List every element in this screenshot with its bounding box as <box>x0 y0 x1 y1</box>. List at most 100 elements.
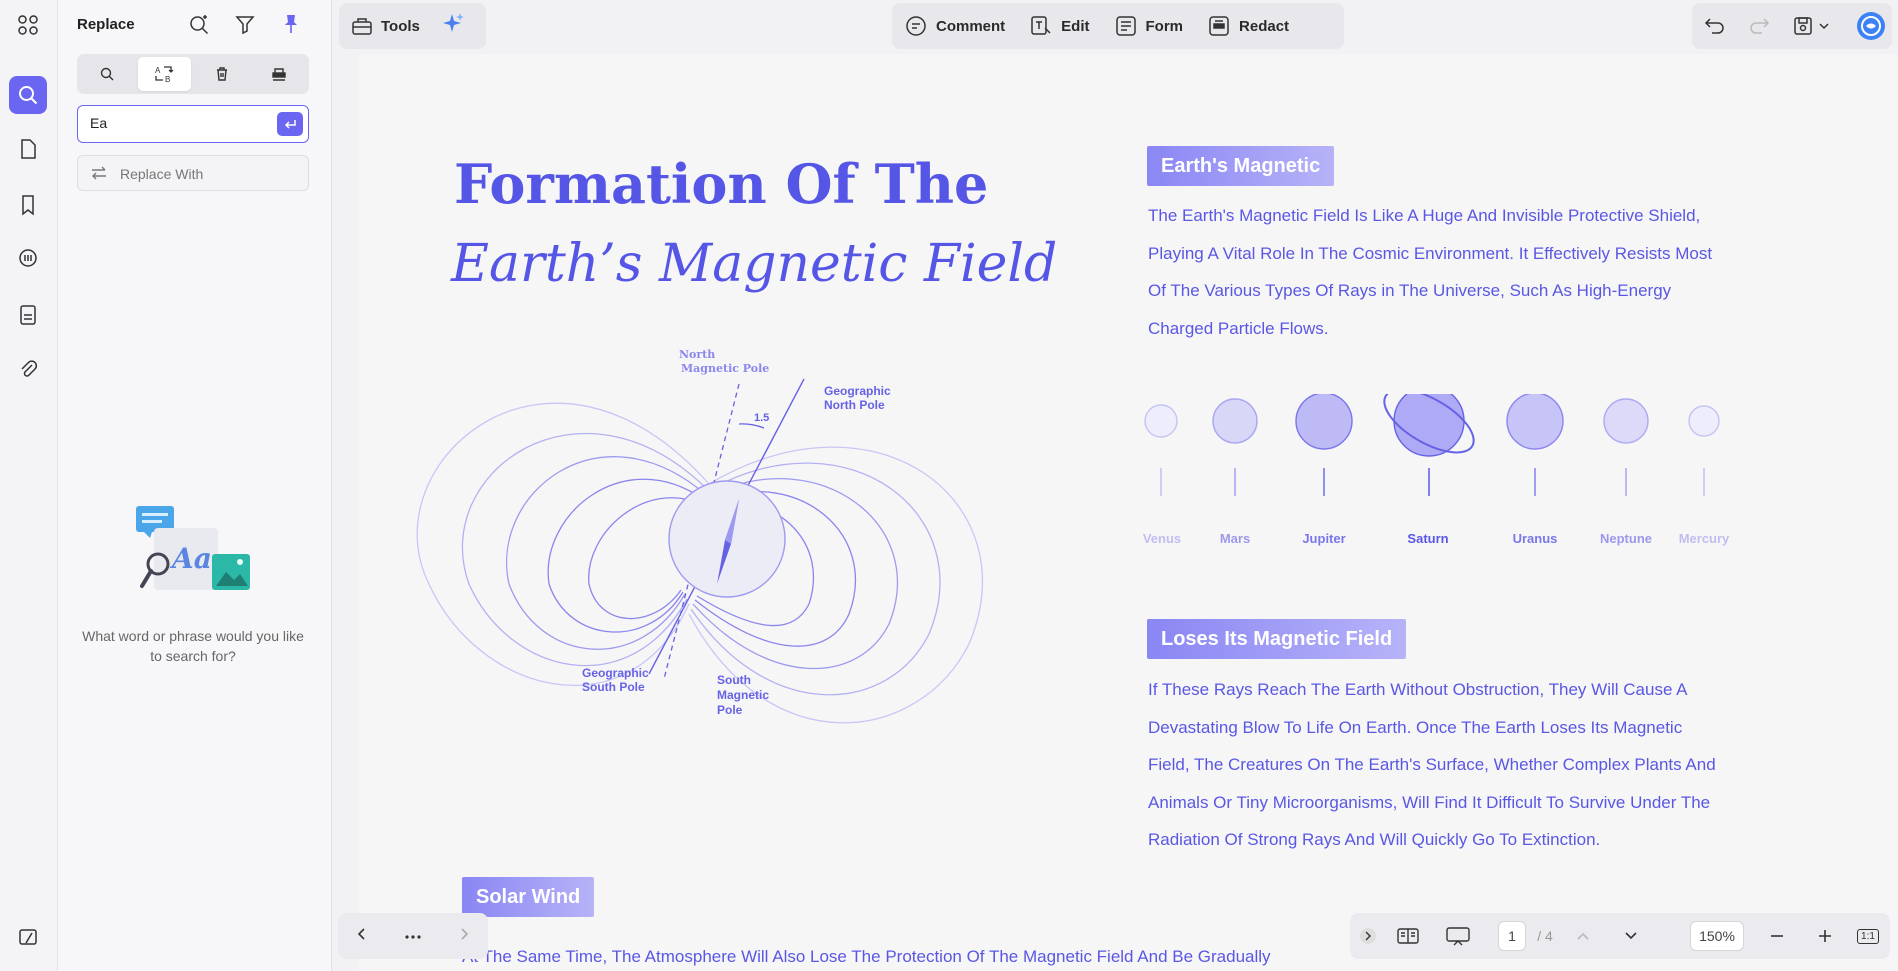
comment-label: Comment <box>936 17 1006 35</box>
search-mode-tabs: AB <box>77 54 309 94</box>
replace-with-placeholder: Replace With <box>120 166 204 182</box>
search-submit-button[interactable] <box>277 112 303 136</box>
undo-icon[interactable] <box>1704 15 1726 42</box>
search-input-box <box>77 105 309 143</box>
redact-mode-button[interactable] <box>253 57 307 91</box>
venus-planet <box>1144 404 1178 438</box>
section2-line: Animals Or Tiny Microorganisms, Will Fin… <box>1148 792 1711 812</box>
pin-icon[interactable] <box>278 11 304 37</box>
expand-toggle-icon[interactable] <box>1356 913 1380 959</box>
redact-tab[interactable]: Redact <box>1195 3 1301 49</box>
redo-icon[interactable] <box>1748 15 1770 42</box>
document-page: Formation Of The Earth’s Magnetic Field … <box>359 54 1898 971</box>
delete-mode-button[interactable] <box>195 57 249 91</box>
document-icon[interactable] <box>9 296 47 334</box>
zoom-in-icon[interactable] <box>1810 913 1840 959</box>
section2-line: Radiation Of Strong Rays And Will Quickl… <box>1148 830 1601 849</box>
reading-mode-icon[interactable] <box>1390 913 1426 959</box>
section-heading-solar-wind: Solar Wind <box>462 877 595 917</box>
geographic-north-pole-label-2: North Pole <box>824 398 885 412</box>
tools-group: Tools <box>339 3 486 49</box>
uranus-planet <box>1506 394 1564 450</box>
section2-paragraph: If These Rays Reach The Earth Without Ob… <box>1148 671 1716 859</box>
actual-size-button[interactable]: 1:1 <box>1854 913 1882 959</box>
search-icon[interactable] <box>9 76 47 114</box>
tools-button[interactable]: Tools <box>339 3 432 49</box>
presentation-icon[interactable] <box>1440 913 1476 959</box>
planet-label-mars: Mars <box>1219 531 1251 546</box>
current-page-input[interactable]: 1 <box>1498 921 1526 951</box>
geographic-north-pole-label-1: Geographic <box>824 384 891 398</box>
account-avatar[interactable] <box>1856 11 1886 46</box>
edit-mode-group: Comment Edit Form Redact <box>892 3 1344 49</box>
attachment-icon[interactable] <box>9 350 47 388</box>
replace-with-field[interactable]: Replace With <box>77 155 309 191</box>
section1-line: Charged Particle Flows. <box>1148 318 1329 338</box>
save-icon[interactable] <box>1792 15 1814 42</box>
page-nav-bar <box>338 913 488 959</box>
comments-icon[interactable] <box>9 240 47 278</box>
mercury-planet <box>1688 405 1720 496</box>
page-down-icon[interactable] <box>1616 913 1646 959</box>
angle-label: 1.5 <box>754 412 769 424</box>
search-input[interactable] <box>90 115 260 131</box>
svg-text:A: A <box>155 66 161 75</box>
bookmark-icon[interactable] <box>9 186 47 224</box>
magnetic-field-diagram: North Magnetic Pole Geographic North Pol… <box>416 348 984 724</box>
advanced-search-icon[interactable] <box>186 11 212 37</box>
section1-line: The Earth's Magnetic Field Is Like A Hug… <box>1148 206 1701 225</box>
south-magnetic-pole-label-1: South <box>717 673 751 687</box>
page-up-icon[interactable] <box>1568 913 1598 959</box>
north-magnetic-pole-label-2: Magnetic Pole <box>681 362 769 375</box>
zoom-level-input[interactable]: 150% <box>1690 921 1744 951</box>
search-mode-button[interactable] <box>80 57 134 91</box>
edit-tab[interactable]: Edit <box>1017 3 1101 49</box>
chevron-down-icon[interactable] <box>1818 19 1830 37</box>
south-magnetic-pole-label-2: Magnetic <box>717 688 769 702</box>
previous-page-icon[interactable] <box>355 927 369 946</box>
page-total-label: / 4 <box>1537 928 1553 944</box>
planets-graphic <box>1144 394 1649 496</box>
history-group <box>1692 3 1892 49</box>
geographic-south-pole-label-1: Geographic <box>582 666 649 680</box>
left-icon-rail <box>0 0 58 971</box>
apps-grid-icon[interactable] <box>9 6 47 44</box>
sidebar-settings-icon[interactable] <box>9 918 47 956</box>
swap-icon <box>92 166 106 180</box>
planet-label-mercury: Mercury <box>1678 531 1730 546</box>
south-magnetic-pole-label-3: Pole <box>717 703 743 717</box>
filter-icon[interactable] <box>232 11 258 37</box>
replace-panel: Replace AB Replace With <box>58 0 332 971</box>
geographic-south-pole-label-2: South Pole <box>582 680 645 694</box>
section2-line: Devastating Blow To Life On Earth. Once … <box>1148 717 1683 737</box>
next-page-icon[interactable] <box>457 927 471 946</box>
planet-label-jupiter: Jupiter <box>1302 531 1346 546</box>
toolbox-icon <box>352 18 372 35</box>
empty-state-text: What word or phrase would you like to se… <box>82 628 304 664</box>
form-tab[interactable]: Form <box>1102 3 1196 49</box>
replace-mode-button[interactable]: AB <box>137 57 191 91</box>
svg-text:Aa: Aa <box>169 542 212 575</box>
section2-line: If These Rays Reach The Earth Without Ob… <box>1148 680 1688 699</box>
redact-icon <box>1209 16 1229 36</box>
svg-text:B: B <box>165 75 170 84</box>
planet-label-venus: Venus <box>1142 531 1182 546</box>
more-options-icon[interactable] <box>404 927 422 945</box>
north-magnetic-pole-label-1: North <box>679 348 715 361</box>
planet-label-neptune: Neptune <box>1600 531 1652 546</box>
section-heading-loses-magnetic-field: Loses Its Magnetic Field <box>1147 619 1407 659</box>
section1-line: Playing A Vital Role In The Cosmic Envir… <box>1148 243 1713 263</box>
jupiter-planet <box>1295 394 1353 450</box>
neptune-planet <box>1603 398 1649 444</box>
zoom-out-icon[interactable] <box>1762 913 1792 959</box>
comment-icon <box>906 16 926 36</box>
comment-tab[interactable]: Comment <box>892 3 1017 49</box>
planet-label-saturn: Saturn <box>1407 531 1449 546</box>
section3-line: At The Same Time, The Atmosphere Will Al… <box>462 947 1271 966</box>
edit-text-icon <box>1031 16 1051 35</box>
pages-icon[interactable] <box>9 130 47 168</box>
edit-label: Edit <box>1061 17 1090 35</box>
form-icon <box>1115 16 1136 36</box>
actual-size-label: 1:1 <box>1857 928 1879 944</box>
ai-assistant-icon[interactable] <box>432 11 474 42</box>
